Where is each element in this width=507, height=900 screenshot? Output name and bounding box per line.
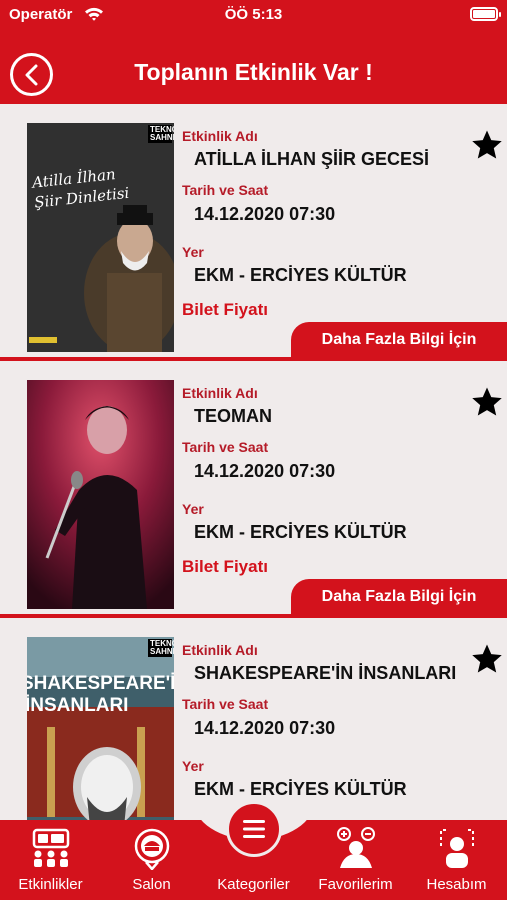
datetime-label: Tarih ve Saat	[182, 182, 269, 198]
tab-label: Hesabım	[426, 876, 487, 893]
poster-badge: TEKNO SAHNE	[148, 639, 174, 657]
app-header: Operatör ÖÖ 5:13 Toplanın Etkinlik Var !	[0, 0, 507, 104]
event-place: EKM - ERCİYES KÜLTÜR	[194, 779, 407, 799]
datetime-label: Tarih ve Saat	[182, 696, 269, 712]
poster-artwork	[27, 380, 174, 609]
price-label: Bilet Fiyatı	[182, 557, 268, 576]
account-icon	[439, 829, 474, 868]
event-poster[interactable]: SHAKESPEARE'İN İNSANLARI TEKNO SAHNE	[27, 637, 174, 820]
price-label: Bilet Fiyatı	[182, 300, 268, 319]
event-list[interactable]: Atilla İlhan Şiir Dinletisi TEKNO SAHNE …	[0, 104, 507, 820]
star-icon[interactable]	[470, 128, 504, 162]
event-poster[interactable]	[27, 380, 174, 609]
poster-badge: TEKNO SAHNE	[148, 125, 174, 143]
event-poster[interactable]: Atilla İlhan Şiir Dinletisi TEKNO SAHNE	[27, 123, 174, 352]
more-info-button[interactable]: Daha Fazla Bilgi İçin	[291, 322, 507, 358]
bottom-tab-bar: Etkinlikler Salon Kategoriler Favorileri…	[0, 800, 507, 900]
favorites-icon	[336, 827, 375, 868]
event-card[interactable]: SHAKESPEARE'İN İNSANLARI TEKNO SAHNE Etk…	[0, 618, 507, 820]
tab-label: Salon	[132, 876, 171, 893]
poster-artwork	[27, 637, 174, 820]
tab-account[interactable]: Hesabım	[406, 820, 507, 900]
salon-icon	[134, 828, 169, 870]
tab-events[interactable]: Etkinlikler	[0, 820, 101, 900]
event-name: SHAKESPEARE'İN İNSANLARI	[194, 663, 457, 683]
event-card[interactable]: Etkinlik Adı TEOMAN Tarih ve Saat 14.12.…	[0, 361, 507, 618]
event-name-label: Etkinlik Adı	[182, 128, 258, 144]
event-name: TEOMAN	[194, 406, 272, 426]
event-name-label: Etkinlik Adı	[182, 385, 258, 401]
more-info-button[interactable]: Daha Fazla Bilgi İçin	[291, 579, 507, 615]
place-label: Yer	[182, 758, 204, 774]
tab-label: Kategoriler	[217, 876, 290, 893]
event-datetime: 14.12.2020 07:30	[194, 204, 336, 224]
event-place: EKM - ERCİYES KÜLTÜR	[194, 522, 407, 542]
star-icon[interactable]	[470, 385, 504, 419]
tab-favorites[interactable]: Favorilerim	[305, 820, 406, 900]
poster-title: SHAKESPEARE'İN	[27, 673, 174, 694]
tab-label: Favorilerim	[318, 876, 393, 893]
page-title: Toplanın Etkinlik Var !	[134, 59, 373, 85]
datetime-label: Tarih ve Saat	[182, 439, 269, 455]
poster-subtitle: İNSANLARI	[27, 695, 129, 716]
battery-icon	[470, 7, 501, 21]
tab-label: Etkinlikler	[18, 876, 83, 893]
event-name: ATİLLA İLHAN ŞİİR GECESİ	[194, 149, 430, 169]
event-card[interactable]: Atilla İlhan Şiir Dinletisi TEKNO SAHNE …	[0, 104, 507, 361]
event-place: EKM - ERCİYES KÜLTÜR	[194, 265, 407, 285]
event-name-label: Etkinlik Adı	[182, 642, 258, 658]
status-bar: Operatör ÖÖ 5:13	[0, 0, 507, 30]
place-label: Yer	[182, 244, 204, 260]
star-icon[interactable]	[470, 642, 504, 676]
place-label: Yer	[182, 501, 204, 517]
tab-categories[interactable]: Kategoriler	[203, 820, 304, 900]
status-time: ÖÖ 5:13	[224, 6, 283, 23]
events-icon	[32, 828, 69, 867]
event-datetime: 14.12.2020 07:30	[194, 718, 336, 738]
poster-artwork	[27, 123, 174, 352]
event-datetime: 14.12.2020 07:30	[194, 461, 336, 481]
tab-salon[interactable]: Salon	[101, 820, 202, 900]
